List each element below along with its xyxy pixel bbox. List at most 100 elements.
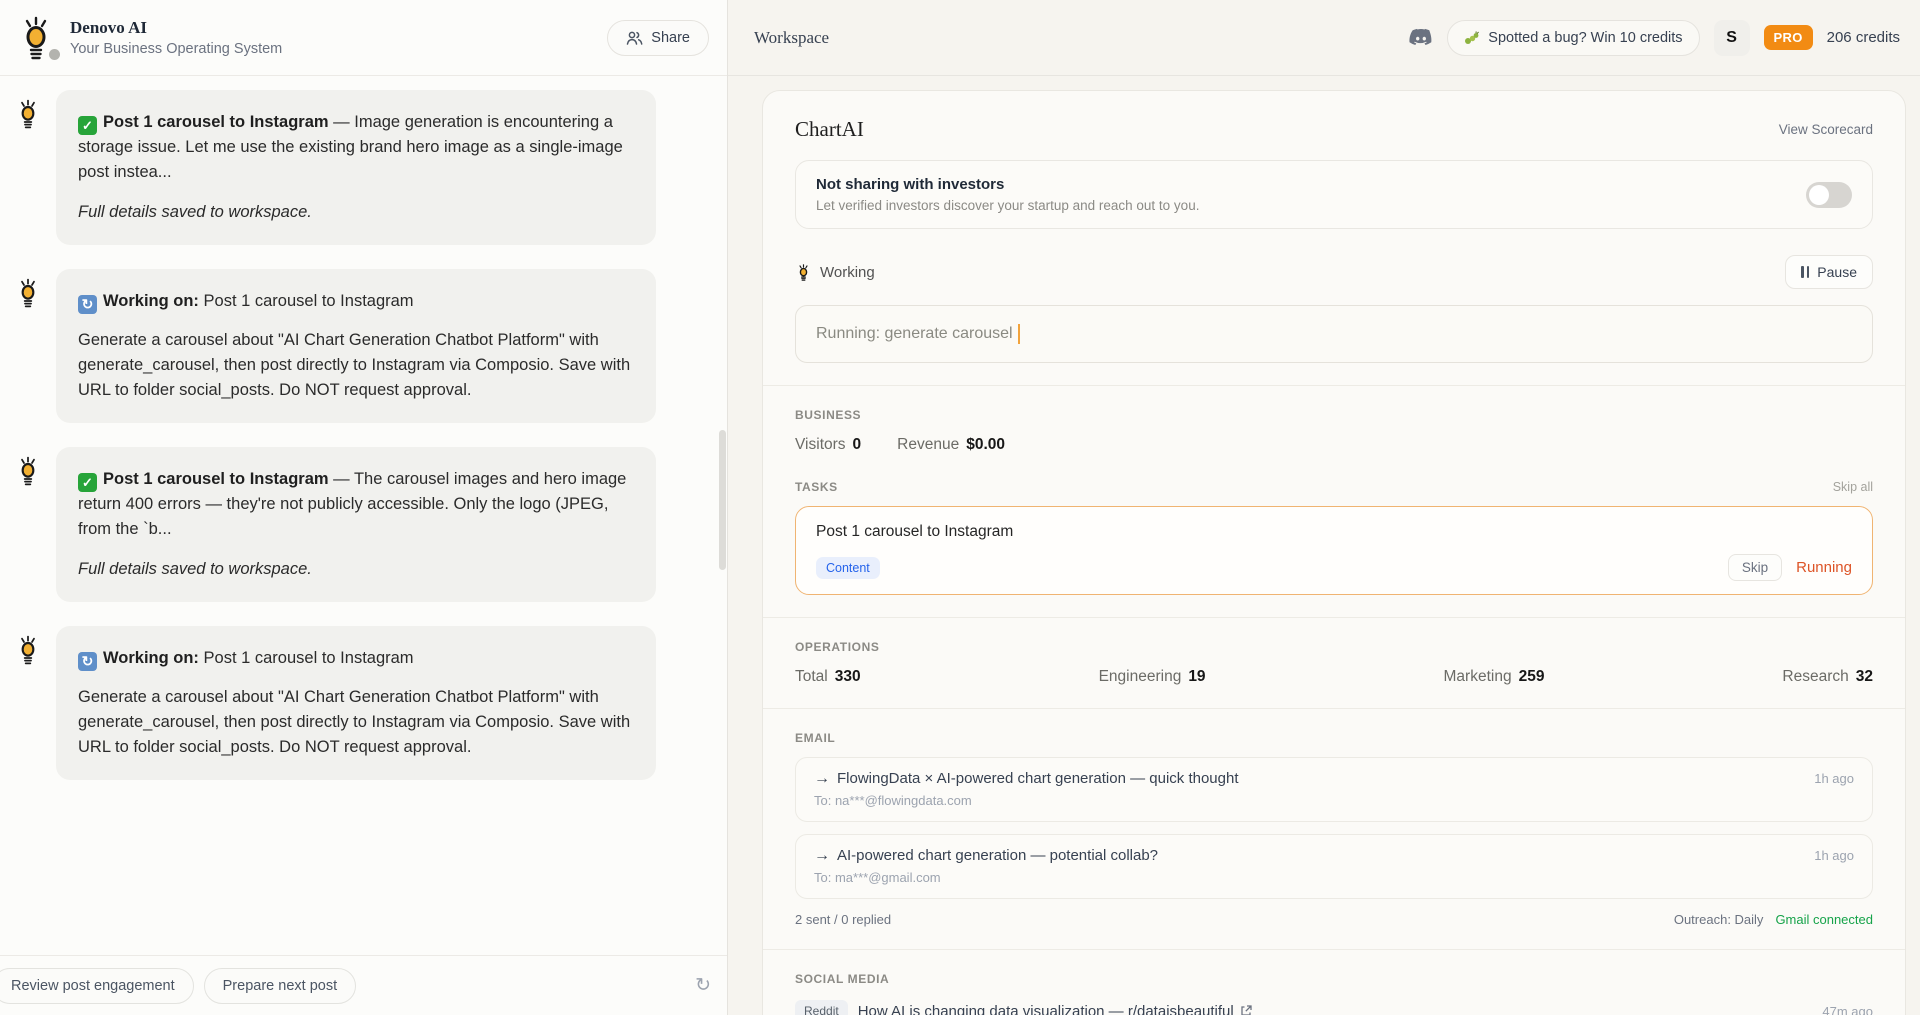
- ops-research: Research 32: [1782, 668, 1873, 686]
- section-divider: [763, 949, 1905, 950]
- lightbulb-avatar-icon: [13, 277, 43, 309]
- section-divider: [763, 708, 1905, 709]
- app-name: Denovo AI: [70, 18, 282, 38]
- email-item[interactable]: → AI-powered chart generation — potentia…: [795, 834, 1873, 899]
- user-avatar[interactable]: S: [1714, 20, 1750, 56]
- skip-all-link[interactable]: Skip all: [1833, 480, 1873, 494]
- investor-sharing-subtitle: Let verified investors discover your sta…: [816, 198, 1199, 213]
- message-footnote: Full details saved to workspace.: [78, 200, 634, 225]
- social-post-title: How AI is changing data visualization — …: [858, 1003, 1234, 1015]
- revenue-label: Revenue: [897, 436, 959, 454]
- outreach-frequency: Outreach: Daily: [1674, 912, 1764, 927]
- revenue-stat: Revenue $0.00: [897, 436, 1005, 454]
- ops-engineering: Engineering 19: [1099, 668, 1206, 686]
- discord-icon[interactable]: [1409, 28, 1433, 48]
- lightbulb-avatar-icon: [13, 98, 43, 130]
- message-text: ↻Working on: Post 1 carousel to Instagra…: [78, 289, 634, 314]
- refresh-icon: ↻: [78, 652, 97, 671]
- task-category-tag[interactable]: Content: [816, 557, 880, 579]
- pro-badge: PRO: [1764, 25, 1813, 50]
- denovo-logo: [14, 14, 58, 62]
- assistant-avatar: [0, 447, 56, 487]
- email-recipient: To: na***@flowingdata.com: [814, 793, 1854, 808]
- ops-total-label: Total: [795, 668, 828, 686]
- startup-card: ChartAI View Scorecard Not sharing with …: [762, 90, 1906, 1015]
- email-subject-row: → FlowingData × AI-powered chart generat…: [814, 770, 1854, 788]
- suggestion-review-post-engagement[interactable]: Review post engagement: [0, 968, 194, 1004]
- message-list: ✓Post 1 carousel to Instagram — Image ge…: [0, 76, 727, 955]
- pause-icon: [1801, 266, 1809, 278]
- assistant-avatar: [0, 269, 56, 309]
- agent-command-text: Running: generate carousel: [816, 325, 1013, 343]
- agent-command-input[interactable]: Running: generate carousel: [795, 305, 1873, 363]
- revenue-value: $0.00: [966, 436, 1005, 454]
- skip-task-button[interactable]: Skip: [1728, 554, 1782, 581]
- message-text: ✓Post 1 carousel to Instagram — Image ge…: [78, 110, 634, 186]
- ops-total: Total 330: [795, 668, 861, 686]
- suggestions-bar: Review post engagement Prepare next post…: [0, 955, 727, 1015]
- email-recipient: To: ma***@gmail.com: [814, 870, 1854, 885]
- credits-count: 206 credits: [1827, 29, 1900, 46]
- sent-arrow-icon: →: [814, 847, 830, 865]
- ops-marketing-label: Marketing: [1444, 668, 1512, 686]
- social-media-section: SOCIAL MEDIA Reddit How AI is changing d…: [795, 972, 1873, 1015]
- visitors-label: Visitors: [795, 436, 846, 454]
- email-summary-row: 2 sent / 0 replied Outreach: Daily Gmail…: [795, 912, 1873, 927]
- bug-bounty-pill[interactable]: Spotted a bug? Win 10 credits: [1447, 20, 1699, 56]
- email-sent-summary: 2 sent / 0 replied: [795, 912, 891, 927]
- agent-status-row: Working Pause: [795, 255, 1873, 289]
- agent-status-label: Working: [820, 264, 875, 281]
- chat-panel: Denovo AI Your Business Operating System…: [0, 0, 728, 1015]
- app-titles: Denovo AI Your Business Operating System: [70, 18, 282, 57]
- workspace-header: Workspace Spotted a bug? Win 10 credits …: [728, 0, 1920, 76]
- chat-scrollbar[interactable]: [719, 430, 726, 570]
- working-on-label: Working on:: [103, 292, 199, 310]
- task-actions: Skip Running: [1728, 554, 1852, 581]
- assistant-avatar: [0, 90, 56, 130]
- task-title-bold: Post 1 carousel to Instagram: [103, 470, 329, 488]
- visitors-value: 0: [853, 436, 862, 454]
- lightbulb-avatar-icon: [13, 455, 43, 487]
- operations-section-label: OPERATIONS: [795, 640, 1873, 654]
- email-section-label: EMAIL: [795, 731, 1873, 745]
- business-stats-row: Visitors 0 Revenue $0.00: [795, 436, 1873, 454]
- message-bubble: ↻Working on: Post 1 carousel to Instagra…: [56, 269, 656, 423]
- message-body: Generate a carousel about "AI Chart Gene…: [78, 328, 634, 403]
- check-icon: ✓: [78, 116, 97, 135]
- tasks-label-row: TASKS Skip all: [795, 480, 1873, 494]
- workspace-title: Workspace: [754, 28, 829, 48]
- reddit-platform-tag: Reddit: [795, 1000, 848, 1015]
- refresh-suggestions-icon[interactable]: ↻: [695, 976, 711, 995]
- tasks-section-label: TASKS: [795, 480, 838, 494]
- social-post-time: 47m ago: [1822, 1004, 1873, 1015]
- suggestion-prepare-next-post[interactable]: Prepare next post: [204, 968, 356, 1004]
- message-working-1: ↻Working on: Post 1 carousel to Instagra…: [0, 269, 727, 423]
- check-icon: ✓: [78, 473, 97, 492]
- assistant-avatar: [0, 626, 56, 666]
- operations-stats-row: Total 330 Engineering 19 Marketing 259 R…: [795, 668, 1873, 686]
- gmail-connected-status: Gmail connected: [1775, 912, 1873, 927]
- ops-engineering-value: 19: [1188, 668, 1205, 686]
- bug-pill-label: Spotted a bug? Win 10 credits: [1488, 30, 1682, 46]
- social-post-link[interactable]: How AI is changing data visualization — …: [858, 1003, 1252, 1015]
- share-button[interactable]: Share: [607, 20, 709, 56]
- section-divider: [763, 385, 1905, 386]
- view-scorecard-link[interactable]: View Scorecard: [1779, 122, 1873, 137]
- active-task-card: Post 1 carousel to Instagram Content Ski…: [795, 506, 1873, 595]
- tasks-section: TASKS Skip all Post 1 carousel to Instag…: [795, 480, 1873, 595]
- pause-button[interactable]: Pause: [1785, 255, 1873, 289]
- refresh-icon: ↻: [78, 295, 97, 314]
- external-link-icon: [1240, 1005, 1252, 1015]
- lightbulb-status-icon: [795, 263, 812, 282]
- email-subject-row: → AI-powered chart generation — potentia…: [814, 847, 1854, 865]
- email-item[interactable]: → FlowingData × AI-powered chart generat…: [795, 757, 1873, 822]
- email-time: 1h ago: [1814, 848, 1854, 863]
- task-meta-row: Content Skip Running: [816, 554, 1852, 581]
- startup-name: ChartAI: [795, 117, 864, 142]
- workspace-header-actions: Spotted a bug? Win 10 credits S PRO 206 …: [1409, 20, 1900, 56]
- workspace-content: ChartAI View Scorecard Not sharing with …: [728, 76, 1920, 1015]
- lightbulb-avatar-icon: [13, 634, 43, 666]
- social-section-label: SOCIAL MEDIA: [795, 972, 1873, 986]
- bug-icon: [1464, 31, 1480, 45]
- investor-sharing-toggle[interactable]: [1806, 182, 1852, 208]
